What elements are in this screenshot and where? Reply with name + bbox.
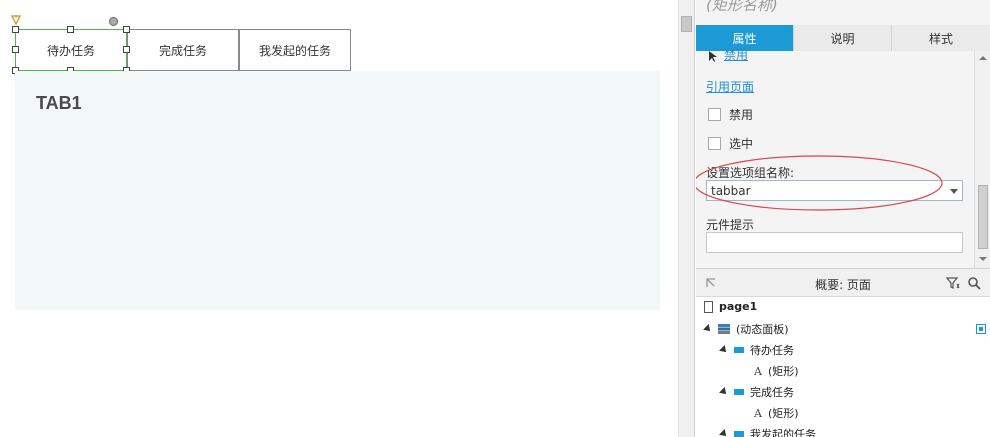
resize-handle[interactable] (12, 26, 19, 33)
resize-handle[interactable] (12, 46, 19, 53)
cursor-icon (709, 51, 717, 62)
design-canvas[interactable]: 待办任务 完成任务 我发起的任务 TAB1 (0, 0, 678, 437)
tree-item-rect-1[interactable]: A (矩形) (754, 363, 799, 379)
tree-item-rect-2[interactable]: A (矩形) (754, 405, 799, 421)
tab-initiated-label: 我发起的任务 (258, 43, 331, 58)
canvas-scrollbar-thumb[interactable] (681, 16, 692, 32)
tree-item-label: (矩形) (767, 365, 799, 378)
expand-triangle-icon[interactable] (719, 345, 729, 355)
tree-item-label: 待办任务 (750, 344, 794, 357)
rotation-handle-icon[interactable] (109, 17, 118, 26)
state-icon (734, 389, 744, 395)
search-icon[interactable] (967, 276, 981, 290)
app-window: 待办任务 完成任务 我发起的任务 TAB1 (矩形名称) 属性 说明 样式 禁用… (0, 0, 990, 437)
outline-panel: 概要: 页面 page1 (动态面板) 待办任务 A (矩形) 完成任务 A (… (696, 268, 990, 437)
tooltip-label: 元件提示 (706, 218, 755, 232)
inspector-scrollbar[interactable] (974, 51, 990, 268)
group-name-value: tabbar (711, 184, 751, 198)
anchor-triangle-icon[interactable] (11, 15, 21, 25)
group-name-label: 设置选项组名称: (706, 166, 795, 180)
scroll-down-icon[interactable] (978, 256, 988, 262)
selected-checkbox-row[interactable]: 选中 (708, 135, 753, 152)
tree-item-state-done[interactable]: 完成任务 (719, 384, 794, 400)
tab-notes-label: 说明 (830, 31, 855, 46)
tab-todo-label: 待办任务 (46, 43, 95, 58)
reference-page-link[interactable]: 引用页面 (706, 78, 754, 95)
tab-done[interactable]: 完成任务 (127, 29, 239, 71)
tab-style-label: 样式 (928, 31, 953, 46)
page-icon (704, 300, 713, 313)
tab-todo[interactable]: 待办任务 (15, 29, 127, 71)
tree-item-label: (矩形) (767, 407, 799, 420)
tree-item-dynamic-panel[interactable]: (动态面板) (703, 321, 789, 337)
disabled-link[interactable]: 禁用 (724, 46, 748, 63)
tree-item-state-initiated[interactable]: 我发起的任务 (719, 426, 816, 437)
dynamic-panel-area[interactable]: TAB1 (15, 71, 660, 310)
widget-name-field[interactable]: (矩形名称) (706, 0, 778, 15)
state-icon (734, 431, 744, 437)
tab-properties-label: 属性 (732, 31, 757, 46)
resize-handle[interactable] (67, 26, 74, 33)
tree-item-state-todo[interactable]: 待办任务 (719, 342, 794, 358)
selected-checkbox[interactable] (708, 137, 721, 150)
scroll-up-icon[interactable] (978, 55, 988, 61)
rectangle-icon: A (754, 364, 762, 378)
inspector-panel: (矩形名称) 属性 说明 样式 禁用 引用页面 禁用 选中 设置选项组名称: t… (696, 0, 990, 268)
group-name-dropdown[interactable]: tabbar (706, 180, 963, 201)
expand-triangle-icon[interactable] (719, 429, 729, 437)
state-icon (734, 347, 744, 353)
tab-initiated[interactable]: 我发起的任务 (239, 29, 351, 71)
canvas-scrollbar[interactable] (678, 0, 695, 437)
tree-item-page[interactable]: page1 (704, 300, 757, 313)
tab-done-label: 完成任务 (158, 43, 207, 58)
resize-handle[interactable] (123, 26, 130, 33)
visibility-icon[interactable] (976, 324, 986, 334)
resize-handle[interactable] (123, 46, 130, 53)
tab-notes[interactable]: 说明 (794, 25, 892, 51)
panel-title: TAB1 (36, 93, 82, 113)
filter-icon[interactable] (946, 276, 960, 290)
inspector-scrollbar-thumb[interactable] (978, 185, 988, 249)
rectangle-icon: A (754, 406, 762, 420)
outline-header: 概要: 页面 (696, 269, 990, 297)
disabled-checkbox[interactable] (708, 108, 721, 121)
expand-triangle-icon[interactable] (719, 387, 729, 397)
tree-item-label: (动态面板) (736, 323, 789, 336)
expand-triangle-icon[interactable] (703, 324, 713, 334)
chevron-down-icon[interactable] (950, 189, 958, 194)
inspector-body: 禁用 引用页面 禁用 选中 设置选项组名称: tabbar 元件提示 (696, 48, 974, 268)
tooltip-input[interactable] (706, 232, 963, 253)
disabled-checkbox-row[interactable]: 禁用 (708, 106, 753, 123)
tree-item-label: 我发起的任务 (750, 428, 816, 437)
disabled-checkbox-label: 禁用 (729, 108, 754, 122)
selected-checkbox-label: 选中 (729, 137, 754, 151)
dynamic-panel-icon (718, 324, 730, 334)
tree-item-label: page1 (719, 300, 758, 313)
tree-item-label: 完成任务 (750, 386, 794, 399)
tab-style[interactable]: 样式 (892, 25, 990, 51)
